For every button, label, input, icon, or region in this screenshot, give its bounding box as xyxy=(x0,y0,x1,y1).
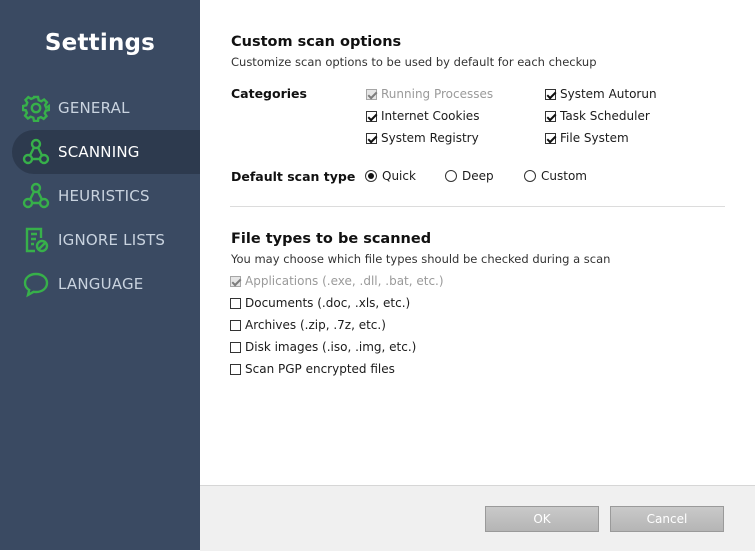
category-running-processes: Running Processes xyxy=(366,86,493,102)
checkbox-label: Scan PGP encrypted files xyxy=(245,362,395,376)
scan-type-quick[interactable]: Quick xyxy=(365,168,416,184)
sidebar-item-label: IGNORE LISTS xyxy=(58,231,166,249)
checkbox-label: Documents (.doc, .xls, etc.) xyxy=(245,296,411,310)
checkbox xyxy=(366,88,377,100)
network-nodes-icon xyxy=(22,138,50,165)
cancel-button[interactable]: Cancel xyxy=(610,506,724,532)
checkbox[interactable] xyxy=(230,341,241,353)
sidebar-item-language[interactable]: LANGUAGE xyxy=(0,262,200,306)
file-type-disk-images[interactable]: Disk images (.iso, .img, etc.) xyxy=(230,339,416,355)
scan-type-label: Default scan type xyxy=(231,169,356,184)
radio-button[interactable] xyxy=(524,170,536,182)
checkbox-label: File System xyxy=(560,131,629,145)
checkbox-label: System Registry xyxy=(381,131,479,145)
checkbox[interactable] xyxy=(366,110,377,122)
checkbox[interactable] xyxy=(545,132,556,144)
category-internet-cookies[interactable]: Internet Cookies xyxy=(366,108,479,124)
checkbox[interactable] xyxy=(545,110,556,122)
sidebar-item-general[interactable]: GENERAL xyxy=(0,86,200,130)
category-system-autorun[interactable]: System Autorun xyxy=(545,86,657,102)
categories-label: Categories xyxy=(231,86,307,101)
file-type-documents[interactable]: Documents (.doc, .xls, etc.) xyxy=(230,295,410,311)
checkbox-label: Task Scheduler xyxy=(560,109,650,123)
checkbox[interactable] xyxy=(545,88,556,100)
checkbox-label: Disk images (.iso, .img, etc.) xyxy=(245,340,417,354)
file-type-archives[interactable]: Archives (.zip, .7z, etc.) xyxy=(230,317,386,333)
sidebar-nav: GENERAL SCANNING HEURISTICS IGNORE LISTS… xyxy=(0,86,200,306)
checkbox[interactable] xyxy=(366,132,377,144)
radio-label: Quick xyxy=(382,169,416,183)
scan-type-deep[interactable]: Deep xyxy=(445,168,494,184)
ok-button[interactable]: OK xyxy=(485,506,599,532)
sidebar-item-scanning[interactable]: SCANNING xyxy=(12,130,200,174)
sidebar-item-ignore-lists[interactable]: IGNORE LISTS xyxy=(0,218,200,262)
sidebar-item-label: SCANNING xyxy=(58,143,140,161)
file-types-subtitle: You may choose which file types should b… xyxy=(231,252,611,266)
blocked-list-icon xyxy=(25,227,49,253)
checkbox-label: System Autorun xyxy=(560,87,657,101)
category-task-scheduler[interactable]: Task Scheduler xyxy=(545,108,650,124)
speech-bubble-icon xyxy=(23,272,49,298)
category-file-system[interactable]: File System xyxy=(545,130,629,146)
sidebar-item-heuristics[interactable]: HEURISTICS xyxy=(0,174,200,218)
sidebar-title: Settings xyxy=(44,30,156,56)
sidebar: Settings GENERAL SCANNING HEURISTICS IGN… xyxy=(0,0,200,550)
sidebar-item-label: GENERAL xyxy=(58,99,130,117)
checkbox[interactable] xyxy=(230,319,241,331)
radio-button[interactable] xyxy=(445,170,457,182)
category-system-registry[interactable]: System Registry xyxy=(366,130,479,146)
radio-button[interactable] xyxy=(365,170,377,182)
file-type-applications: Applications (.exe, .dll, .bat, etc.) xyxy=(230,273,444,289)
sidebar-item-label: LANGUAGE xyxy=(58,275,144,293)
scan-type-custom[interactable]: Custom xyxy=(524,168,587,184)
checkbox-label: Archives (.zip, .7z, etc.) xyxy=(245,318,386,332)
dialog-footer: OK Cancel xyxy=(200,485,755,551)
gear-icon xyxy=(22,95,50,122)
file-types-title: File types to be scanned xyxy=(231,231,432,247)
custom-scan-title: Custom scan options xyxy=(231,34,402,50)
sidebar-item-label: HEURISTICS xyxy=(58,187,150,205)
checkbox xyxy=(230,275,241,287)
radio-label: Deep xyxy=(462,169,494,183)
file-type-pgp-encrypted[interactable]: Scan PGP encrypted files xyxy=(230,361,395,377)
checkbox[interactable] xyxy=(230,363,241,375)
checkbox-label: Internet Cookies xyxy=(381,109,480,123)
checkbox-label: Running Processes xyxy=(381,87,494,101)
checkbox[interactable] xyxy=(230,297,241,309)
section-divider xyxy=(230,206,725,207)
custom-scan-subtitle: Customize scan options to be used by def… xyxy=(231,55,597,69)
settings-content: Custom scan options Customize scan optio… xyxy=(200,0,755,485)
radio-label: Custom xyxy=(541,169,587,183)
network-nodes-icon xyxy=(22,182,50,209)
checkbox-label: Applications (.exe, .dll, .bat, etc.) xyxy=(245,274,444,288)
